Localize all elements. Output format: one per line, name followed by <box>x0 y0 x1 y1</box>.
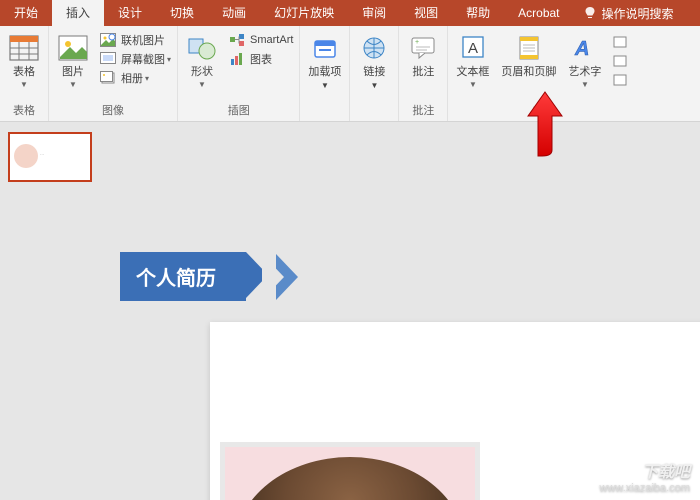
chart-button[interactable]: 图表 <box>228 51 293 67</box>
group-comments-label: 批注 <box>401 100 445 120</box>
group-addins-label <box>302 104 347 120</box>
shapes-button[interactable]: 形状 ▼ <box>180 30 224 91</box>
photo-placeholder <box>220 442 480 500</box>
tab-help[interactable]: 帮助 <box>452 0 504 26</box>
text-extra-3[interactable] <box>611 72 633 88</box>
wordart-icon: A <box>569 32 601 64</box>
chevron-down-icon: ▼ <box>469 80 477 89</box>
screenshot-button[interactable]: 屏幕截图 ▾ <box>99 51 171 67</box>
table-icon <box>8 32 40 64</box>
text-extra-1[interactable] <box>611 34 633 50</box>
picture-icon <box>57 32 89 64</box>
group-comments: + 批注 批注 <box>399 26 448 121</box>
slide-thumbnail-1[interactable]: ··· <box>8 132 92 182</box>
group-tables-label: 表格 <box>2 100 46 120</box>
header-footer-label: 页眉和页脚 <box>501 66 556 79</box>
pictures-button[interactable]: 图片 ▼ <box>51 30 95 91</box>
shapes-label: 形状 <box>191 66 213 79</box>
slide-title: 个人简历 <box>120 252 246 301</box>
addins-icon <box>309 32 341 64</box>
link-label: 链接▼ <box>363 66 385 92</box>
chevron-down-icon: ▾ <box>145 74 149 83</box>
comment-button[interactable]: + 批注 <box>401 30 445 81</box>
group-addins: 加载项▼ <box>300 26 350 121</box>
wordart-button[interactable]: A 艺术字 ▼ <box>562 30 607 91</box>
link-button[interactable]: 链接▼ <box>352 30 396 94</box>
watermark-logo: 下载吧 <box>600 458 690 482</box>
shapes-icon <box>186 32 218 64</box>
textbox-label: 文本框 <box>456 66 489 79</box>
tab-home[interactable]: 开始 <box>0 0 52 26</box>
tab-animations[interactable]: 动画 <box>208 0 260 26</box>
chevron-down-icon: ▼ <box>198 80 206 89</box>
group-links-label <box>352 104 396 120</box>
watermark: 下载吧 www.xiazaiba.com <box>600 458 690 494</box>
chevron-down-icon: ▼ <box>20 80 28 89</box>
link-icon <box>358 32 390 64</box>
tell-me-label: 操作说明搜索 <box>602 5 674 22</box>
tab-view[interactable]: 视图 <box>400 0 452 26</box>
tell-me-search[interactable]: 操作说明搜索 <box>574 5 684 22</box>
tab-acrobat[interactable]: Acrobat <box>504 0 573 26</box>
chevron-down-icon: ▼ <box>581 80 589 89</box>
group-tables: 表格 ▼ 表格 <box>0 26 49 121</box>
watermark-url: www.xiazaiba.com <box>600 482 690 494</box>
addins-button[interactable]: 加载项▼ <box>302 30 347 94</box>
chevron-down-icon: ▾ <box>167 55 171 64</box>
group-links: 链接▼ <box>350 26 399 121</box>
tab-design[interactable]: 设计 <box>104 0 156 26</box>
header-footer-icon <box>513 32 545 64</box>
comment-label: 批注 <box>412 66 434 79</box>
textbox-icon: A <box>457 32 489 64</box>
tab-review[interactable]: 审阅 <box>348 0 400 26</box>
chart-icon <box>228 51 246 67</box>
svg-text:+: + <box>415 39 419 46</box>
group-images-label: 图像 <box>51 100 175 120</box>
screenshot-icon <box>99 51 117 67</box>
group-illustrations: 形状 ▼ SmartArt 图表 插图 <box>178 26 300 121</box>
ribbon-tabs: 开始 插入 设计 切换 动画 幻灯片放映 审阅 视图 帮助 Acrobat 操作… <box>0 0 700 26</box>
photo-album-button[interactable]: 相册 ▾ <box>99 70 171 86</box>
svg-text:A: A <box>468 40 478 57</box>
online-pictures-button[interactable]: 联机图片 <box>99 32 171 48</box>
online-pictures-icon <box>99 32 117 48</box>
tab-insert[interactable]: 插入 <box>52 0 104 26</box>
group-illustrations-label: 插图 <box>180 100 297 120</box>
pictures-label: 图片 <box>62 66 84 79</box>
smartart-button[interactable]: SmartArt <box>228 32 293 48</box>
tab-transitions[interactable]: 切换 <box>156 0 208 26</box>
workspace: ··· 个人简历 <box>0 122 700 500</box>
text-extra-2[interactable] <box>611 53 633 69</box>
textbox-button[interactable]: A 文本框 ▼ <box>450 30 495 91</box>
smartart-icon <box>228 32 246 48</box>
header-footer-button[interactable]: 页眉和页脚 <box>495 30 562 81</box>
table-button[interactable]: 表格 ▼ <box>2 30 46 91</box>
slide-canvas[interactable]: 个人简历 <box>100 122 700 500</box>
chevron-down-icon: ▼ <box>69 80 77 89</box>
album-icon <box>99 70 117 86</box>
chevron-arrow-icon <box>276 254 306 300</box>
ribbon: 表格 ▼ 表格 图片 ▼ 联机图片 屏幕截图 <box>0 26 700 122</box>
svg-text:A: A <box>574 38 589 60</box>
comment-icon: + <box>407 32 439 64</box>
annotation-arrow-icon <box>520 90 570 160</box>
title-banner: 个人简历 <box>120 252 306 301</box>
slide-thumbnail-panel[interactable]: ··· <box>0 122 100 500</box>
group-images: 图片 ▼ 联机图片 屏幕截图 ▾ 相册 ▾ 图像 <box>49 26 178 121</box>
table-label: 表格 <box>13 66 35 79</box>
lightbulb-icon <box>584 6 596 20</box>
tab-slideshow[interactable]: 幻灯片放映 <box>260 0 348 26</box>
addins-label: 加载项▼ <box>308 66 341 92</box>
wordart-label: 艺术字 <box>568 66 601 79</box>
